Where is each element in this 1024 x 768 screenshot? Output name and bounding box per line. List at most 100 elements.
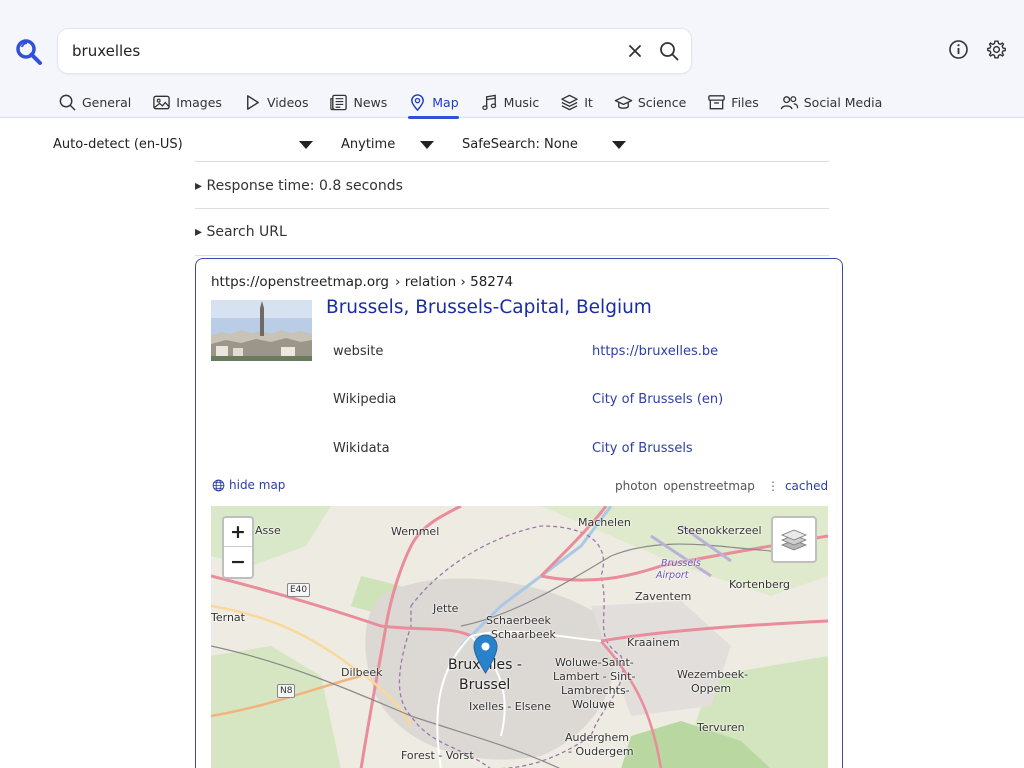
zoom-control: + − [222,516,254,579]
zoom-in-button[interactable]: + [224,518,252,547]
map-label: Steenokkerzeel [677,524,762,537]
searxng-logo-icon[interactable] [15,38,43,66]
image-icon [153,95,171,109]
tab-label: Social Media [803,94,883,110]
tab-files[interactable]: Files [707,90,759,114]
search-icon [59,94,76,111]
map-pin-icon [411,93,425,111]
map-label: Dilbeek [341,666,383,679]
engine-label: photon [615,479,658,493]
chevron-down-icon[interactable] [612,141,626,149]
response-time-toggle[interactable]: ▸ Response time: 0.8 seconds [195,178,403,194]
map-label: Woluwe-Saint- [555,656,634,669]
layers-icon [780,529,808,550]
layers-button[interactable] [771,516,817,563]
result-url[interactable]: https://openstreetmap.org › relation › 58… [211,274,513,290]
gear-icon[interactable] [986,39,1007,60]
location-marker-icon[interactable] [473,634,498,674]
archive-icon [708,94,726,109]
tab-label: Music [503,94,540,110]
search-box [58,29,691,73]
map-label: Lambert - Sint- [553,670,636,683]
graduation-cap-icon [614,95,633,109]
wikipedia-link[interactable]: City of Brussels (en) [592,392,723,407]
map-label: Zaventem [635,590,692,603]
tab-map[interactable]: Map [408,90,460,119]
zoom-out-button[interactable]: − [224,547,252,576]
result-thumbnail[interactable] [211,300,312,361]
result-title-link[interactable]: Brussels, Brussels-Capital, Belgium [326,297,652,318]
divider [195,255,829,256]
newspaper-icon [330,94,348,110]
cached-link[interactable]: cached [785,479,828,493]
tab-social-media[interactable]: Social Media [780,90,883,114]
result-domain: https://openstreetmap.org [211,274,389,290]
tab-label: Videos [266,94,309,110]
more-options-icon[interactable]: ⋮ [767,479,779,493]
tab-music[interactable]: Music [480,90,540,114]
search-url-toggle[interactable]: ▸ Search URL [195,224,287,240]
music-note-icon [481,94,496,110]
map-label: Ixelles - Elsene [469,700,552,713]
result-engines: photon openstreetmap ⋮ cached [615,479,828,493]
hide-map-toggle[interactable]: hide map [212,478,285,492]
search-input[interactable] [72,40,592,62]
info-icon[interactable] [948,39,969,60]
tab-label: Files [731,94,759,110]
tab-label: Map [432,94,459,110]
map-label: Schaarbeek [491,628,556,641]
chevron-down-icon[interactable] [420,141,434,149]
tab-it[interactable]: It [560,90,593,114]
time-range-select[interactable]: Anytime [341,137,395,152]
map-label: - Oudergem [568,745,634,758]
divider [195,161,829,162]
tab-general[interactable]: General [58,90,131,114]
map-label: Airport [656,570,689,581]
map-label: Machelen [578,516,631,529]
map-label: Kortenberg [729,578,791,591]
map-label: Kraainem [627,636,680,649]
map-label: Schaerbeek [486,614,551,627]
header: General Images Videos News Map Music It [0,0,1024,119]
result-breadcrumb: › relation › 58274 [395,274,514,290]
wikidata-link[interactable]: City of Brussels [592,441,693,456]
tab-label: Science [637,94,687,110]
map-label: Brussels [661,558,701,569]
map-label: Jette [433,602,459,615]
clear-search-icon[interactable] [625,41,645,61]
category-tabs: General Images Videos News Map Music It [58,90,903,119]
globe-icon [212,479,225,491]
map-label: Wemmel [391,525,440,538]
map-label: Asse [255,524,281,537]
tab-news[interactable]: News [329,90,387,114]
map-label: Auderghem [565,731,630,744]
road-shield: N8 [277,684,296,698]
engine-label: openstreetmap [663,479,755,493]
map-label-city: Brussel [459,677,511,693]
map-result-card: https://openstreetmap.org › relation › 58… [195,258,843,768]
chevron-down-icon[interactable] [299,141,313,149]
language-select[interactable]: Auto-detect (en-US) [53,137,183,152]
brussels-photo-thumbnail [211,300,312,361]
tab-science[interactable]: Science [614,90,686,114]
tab-label: It [584,94,593,110]
people-icon [780,95,798,109]
search-icon[interactable] [658,40,680,62]
safesearch-select[interactable]: SafeSearch: None [462,137,578,152]
hide-map-label: hide map [229,478,286,492]
map-label: Ternat [211,611,245,624]
map-label: Tervuren [697,721,745,734]
tab-label: News [353,94,388,110]
osm-map[interactable]: Asse Wemmel Machelen Steenokkerzeel Brus… [211,506,828,768]
layers-icon [561,94,578,110]
tab-videos[interactable]: Videos [243,90,309,114]
map-label: Oppem [691,682,732,695]
tab-label: General [82,94,132,110]
road-shield: E40 [287,583,311,597]
play-icon [246,94,259,110]
website-link[interactable]: https://bruxelles.be [592,344,718,359]
tab-images[interactable]: Images [152,90,222,114]
attribute-label-wikidata: Wikidata [333,441,390,456]
attribute-label-wikipedia: Wikipedia [333,392,397,407]
tab-label: Images [176,94,222,110]
